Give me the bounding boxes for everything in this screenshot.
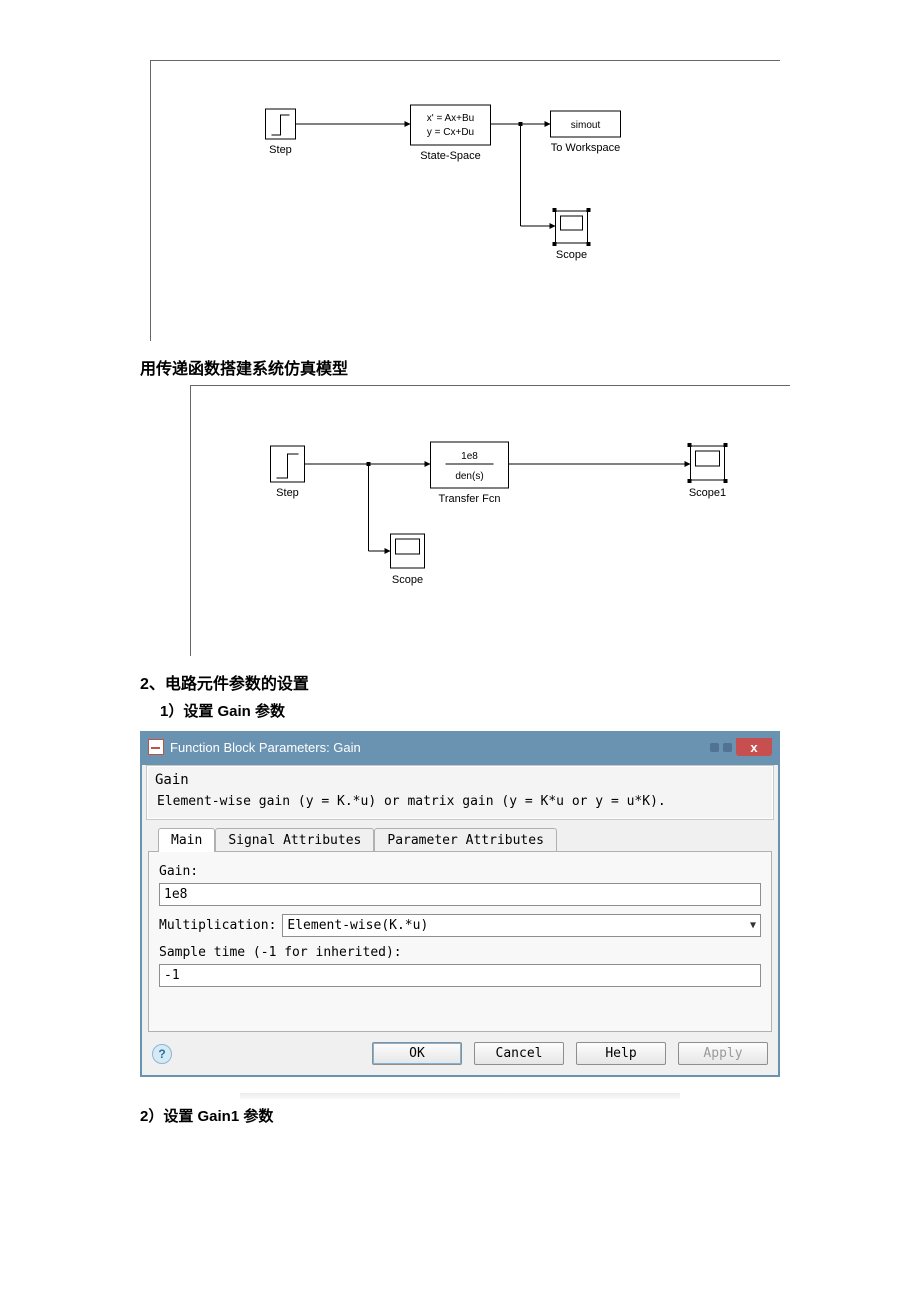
scope-block: Scope bbox=[391, 534, 425, 586]
connector bbox=[509, 461, 691, 467]
tf-num: 1e8 bbox=[461, 451, 478, 462]
scope-label: Scope bbox=[556, 249, 587, 261]
document-page: Step x' = Ax+Bu y = Cx+Du State-Space bbox=[0, 0, 920, 1196]
tab-pane-main: Gain: Multiplication: Element-wise(K.*u)… bbox=[148, 851, 772, 1032]
minimize-icon[interactable] bbox=[710, 743, 719, 752]
to-workspace-label: To Workspace bbox=[551, 142, 621, 154]
dialog-header-section: Gain Element-wise gain (y = K.*u) or mat… bbox=[146, 765, 774, 820]
dialog-body: Gain Element-wise gain (y = K.*u) or mat… bbox=[142, 765, 778, 1075]
step-label: Step bbox=[276, 487, 299, 499]
help-icon[interactable]: ? bbox=[152, 1044, 172, 1064]
chevron-down-icon: ▼ bbox=[750, 920, 756, 931]
help-button[interactable]: Help bbox=[576, 1042, 666, 1065]
gain-dialog: Function Block Parameters: Gain x Gain E… bbox=[140, 731, 780, 1077]
sample-time-label: Sample time (-1 for inherited): bbox=[159, 945, 761, 960]
maximize-icon[interactable] bbox=[723, 743, 732, 752]
ok-button[interactable]: OK bbox=[372, 1042, 462, 1065]
connector bbox=[367, 462, 391, 554]
state-space-block: x' = Ax+Bu y = Cx+Du State-Space bbox=[411, 105, 491, 162]
section-2-sub-1: 1）设置 Gain 参数 bbox=[160, 700, 780, 721]
section-2-title: 2、电路元件参数的设置 bbox=[140, 670, 780, 694]
tab-main[interactable]: Main bbox=[158, 828, 215, 852]
multiplication-label: Multiplication: bbox=[159, 918, 276, 933]
dialog-button-row: ? OK Cancel Help Apply bbox=[142, 1032, 778, 1075]
ss-eq1: x' = Ax+Bu bbox=[427, 113, 475, 124]
ss-eq2: y = Cx+Du bbox=[427, 127, 474, 138]
simout-text: simout bbox=[571, 120, 601, 131]
dialog-tabs: Main Signal Attributes Parameter Attribu… bbox=[148, 828, 772, 1032]
dialog-title-text: Function Block Parameters: Gain bbox=[170, 740, 361, 755]
step-block: Step bbox=[271, 446, 305, 499]
tf-den: den(s) bbox=[455, 471, 483, 482]
cancel-button[interactable]: Cancel bbox=[474, 1042, 564, 1065]
scope1-label: Scope1 bbox=[689, 487, 726, 499]
apply-button[interactable]: Apply bbox=[678, 1042, 768, 1065]
scope-block: Scope bbox=[553, 208, 591, 261]
connector bbox=[519, 122, 556, 229]
tf-label: Transfer Fcn bbox=[439, 493, 501, 505]
tab-signal-attributes[interactable]: Signal Attributes bbox=[215, 828, 374, 852]
step-label: Step bbox=[269, 144, 292, 156]
step-block: Step bbox=[266, 109, 296, 156]
simulink-diagram-state-space: Step x' = Ax+Bu y = Cx+Du State-Space bbox=[150, 60, 780, 341]
multiplication-value: Element-wise(K.*u) bbox=[287, 918, 428, 933]
scope-label: Scope bbox=[392, 574, 423, 586]
multiplication-select[interactable]: Element-wise(K.*u) ▼ bbox=[282, 914, 761, 937]
scope1-block: Scope1 bbox=[688, 443, 728, 499]
section-2-sub-2: 2）设置 Gain1 参数 bbox=[140, 1105, 780, 1126]
tab-parameter-attributes[interactable]: Parameter Attributes bbox=[374, 828, 557, 852]
block-name: Gain bbox=[147, 766, 773, 790]
dialog-icon bbox=[148, 739, 164, 755]
caption-transfer-fcn: 用传递函数搭建系统仿真模型 bbox=[140, 355, 780, 379]
simulink-diagram-transfer-fcn: Step 1e8 den(s) Transfer Fcn bbox=[190, 385, 790, 656]
close-button[interactable]: x bbox=[736, 738, 772, 756]
dialog-titlebar: Function Block Parameters: Gain x bbox=[142, 733, 778, 761]
gain-label: Gain: bbox=[159, 864, 761, 879]
connector bbox=[296, 121, 411, 127]
to-workspace-block: simout To Workspace bbox=[551, 111, 621, 154]
transfer-fcn-block: 1e8 den(s) Transfer Fcn bbox=[431, 442, 509, 505]
ss-label: State-Space bbox=[420, 150, 481, 162]
sample-time-input[interactable] bbox=[159, 964, 761, 987]
block-description: Element-wise gain (y = K.*u) or matrix g… bbox=[147, 790, 773, 819]
dialog-reflection bbox=[240, 1093, 680, 1099]
gain-input[interactable] bbox=[159, 883, 761, 906]
